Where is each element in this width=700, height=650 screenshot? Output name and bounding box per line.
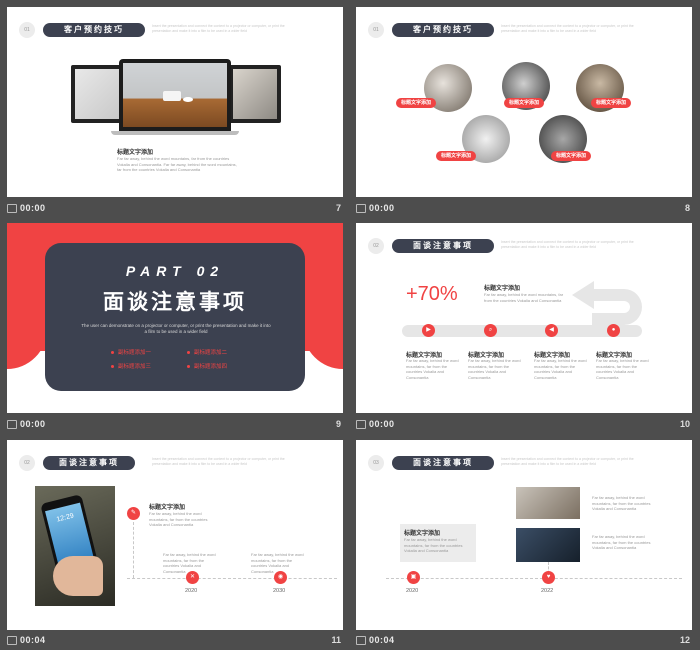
box-body: Far far away, behind the word mountains,… bbox=[404, 537, 463, 553]
photo-bottom bbox=[516, 528, 580, 562]
faint-text: Insert the presentation and connect the … bbox=[501, 240, 634, 249]
slide-8-timer: 00:00 bbox=[356, 203, 395, 214]
percent-value: +70% bbox=[406, 283, 458, 305]
timeline-line bbox=[386, 578, 682, 579]
slide-7-number: 7 bbox=[335, 203, 341, 213]
slide-8[interactable]: 01 客户预约技巧 Insert the presentation and co… bbox=[356, 7, 692, 197]
year-label: 2022 bbox=[541, 588, 554, 594]
arrow-loop bbox=[592, 289, 642, 325]
slide-9-number: 9 bbox=[335, 419, 341, 429]
slide-11-footer: 00:04 11 bbox=[7, 632, 343, 650]
phone-photo: 12:29 bbox=[35, 486, 115, 606]
laptop-right-image bbox=[229, 65, 281, 123]
section-number: 02 bbox=[19, 455, 35, 471]
slide-9-timer: 00:00 bbox=[7, 419, 46, 430]
slide-heading: 面谈注意事项 bbox=[392, 456, 494, 470]
section-number: 01 bbox=[19, 22, 35, 38]
step-body: Far far away, behind the word mountains,… bbox=[468, 358, 521, 380]
top-title: 标题文字添加 bbox=[149, 505, 186, 511]
speaker-icon[interactable]: ◀ bbox=[545, 324, 558, 337]
edit-icon[interactable]: ✎ bbox=[127, 507, 140, 520]
year-label: 2030 bbox=[273, 588, 286, 594]
slide-8-number: 8 bbox=[684, 203, 690, 213]
slide-10[interactable]: 02 面谈注意事项 Insert the presentation and co… bbox=[356, 223, 692, 413]
laptop-left-image bbox=[71, 65, 123, 123]
slide-12[interactable]: 03 面谈注意事项 Insert the presentation and co… bbox=[356, 440, 692, 630]
slide-12-timer: 00:04 bbox=[356, 635, 395, 646]
shuffle-icon[interactable]: ✕ bbox=[186, 571, 199, 584]
right-body: Far far away, behind the word mountains,… bbox=[592, 495, 651, 511]
slide-heading: 客户预约技巧 bbox=[392, 23, 494, 37]
faint-text: Insert the presentation and connect the … bbox=[501, 457, 634, 466]
clock-icon bbox=[7, 204, 17, 214]
clock-icon bbox=[356, 420, 366, 430]
slide-10-timer: 00:00 bbox=[356, 419, 395, 430]
slide-10-number: 10 bbox=[679, 419, 690, 429]
slide-7-timer: 00:00 bbox=[7, 203, 46, 214]
laptop-base bbox=[111, 131, 239, 135]
faint-text: Insert the presentation and connect the … bbox=[152, 457, 285, 466]
tag-label: 标题文字添加 bbox=[436, 151, 477, 161]
briefcase-icon[interactable]: ▣ bbox=[407, 571, 420, 584]
play-icon[interactable]: ▶ bbox=[422, 324, 435, 337]
step-body: Far far away, behind the word mountains,… bbox=[406, 358, 459, 380]
slide-12-number: 12 bbox=[679, 635, 690, 645]
slide-12-footer: 00:04 12 bbox=[356, 632, 692, 650]
tag-label: 标题文字添加 bbox=[396, 98, 437, 108]
faint-text: Insert the presentation and connect the … bbox=[152, 24, 285, 33]
bullet-item: 副标题添加四 bbox=[187, 362, 227, 370]
slide-subtitle: The user can demonstrate on a projector … bbox=[81, 323, 271, 334]
arrow-track bbox=[402, 325, 642, 337]
slide-7-footer: 00:00 7 bbox=[7, 200, 343, 218]
tag-label: 标题文字添加 bbox=[591, 98, 632, 108]
timeline-line bbox=[127, 578, 337, 579]
laptop-main-image bbox=[119, 59, 231, 131]
slide-heading: 面谈注意事项 bbox=[392, 239, 494, 253]
slide-11-number: 11 bbox=[331, 635, 341, 645]
step-body: Far far away, behind the word mountains,… bbox=[534, 358, 587, 380]
top-body: Far far away, behind the word mountains,… bbox=[149, 511, 208, 527]
section-number: 01 bbox=[368, 22, 384, 38]
year-label: 2020 bbox=[406, 588, 419, 594]
slide-title: 面谈注意事项 bbox=[103, 291, 247, 314]
bullet-item: 副标题添加三 bbox=[111, 362, 151, 370]
tag-label: 标题文字添加 bbox=[504, 98, 545, 108]
photo-top bbox=[516, 487, 580, 519]
slide-8-footer: 00:00 8 bbox=[356, 200, 692, 218]
slide-11[interactable]: 02 面谈注意事项 Insert the presentation and co… bbox=[7, 440, 343, 630]
video-icon[interactable]: ◉ bbox=[274, 571, 287, 584]
slide-11-timer: 00:04 bbox=[7, 635, 46, 646]
user-icon[interactable]: ● bbox=[607, 324, 620, 337]
slide-7[interactable]: 01 客户预约技巧 Insert the presentation and co… bbox=[7, 7, 343, 197]
bullet-item: 副标题添加一 bbox=[111, 348, 151, 356]
part-label: PART 02 bbox=[125, 263, 225, 279]
vertical-dashed bbox=[133, 522, 134, 578]
tag-label: 标题文字添加 bbox=[551, 151, 592, 161]
year-label: 2020 bbox=[185, 588, 198, 594]
faint-text: Insert the presentation and connect the … bbox=[501, 24, 634, 33]
box-title: 标题文字添加 bbox=[404, 531, 441, 537]
section-number: 02 bbox=[368, 238, 384, 254]
slide-9[interactable]: PART 02 面谈注意事项 The user can demonstrate … bbox=[7, 223, 343, 413]
section-number: 03 bbox=[368, 455, 384, 471]
right-body: Far far away, behind the word mountains,… bbox=[592, 534, 651, 550]
bullet-item: 副标题添加二 bbox=[187, 348, 227, 356]
clock-icon bbox=[7, 420, 17, 430]
big-title: 标题文字添加 bbox=[484, 286, 521, 292]
slide-9-footer: 00:00 9 bbox=[7, 416, 343, 434]
slide-heading: 客户预约技巧 bbox=[43, 23, 145, 37]
slide-heading: 面谈注意事项 bbox=[43, 456, 135, 470]
clock-icon bbox=[356, 636, 366, 646]
heart-icon[interactable]: ♥ bbox=[542, 571, 555, 584]
big-body: Far far away, behind the word mountains,… bbox=[484, 292, 564, 303]
clock-icon bbox=[356, 204, 366, 214]
slide-10-footer: 00:00 10 bbox=[356, 416, 692, 434]
phone-clock: 12:29 bbox=[55, 512, 75, 524]
caption-title: 标题文字添加 bbox=[117, 150, 154, 156]
step-body: Far far away, behind the word mountains,… bbox=[596, 358, 649, 380]
clock-icon bbox=[7, 636, 17, 646]
arrow-head bbox=[572, 281, 594, 309]
caption-body: Far far away, behind the word mountains,… bbox=[117, 156, 237, 172]
search-icon[interactable]: ⌕ bbox=[484, 324, 497, 337]
